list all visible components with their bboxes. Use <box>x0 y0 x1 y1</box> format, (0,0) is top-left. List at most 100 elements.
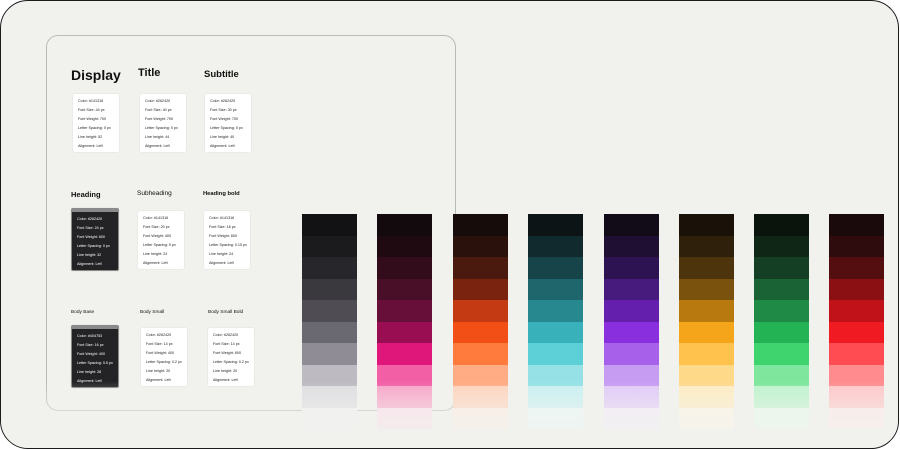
type-style-label: Display <box>71 67 121 83</box>
color-swatch <box>302 407 357 429</box>
type-spec-line: Line height: 40 <box>210 135 235 139</box>
color-swatch <box>679 321 734 343</box>
color-swatch <box>754 343 809 365</box>
type-spec-line: Font Weight: 400 <box>143 234 172 238</box>
type-spec-line: Font Weight: 600 <box>213 351 242 355</box>
color-swatch <box>302 343 357 365</box>
type-spec-line: Alignment: Left <box>77 379 102 383</box>
color-swatch <box>679 214 734 236</box>
color-swatch <box>528 235 583 257</box>
palette-column-berry <box>377 214 432 429</box>
color-swatch <box>754 321 809 343</box>
type-spec-line: Letter Spacing: 0 px <box>210 126 243 130</box>
type-spec-line: Font Size: 18 px <box>209 225 236 229</box>
type-spec-line: Letter Spacing: 0.2 px <box>146 360 182 364</box>
color-swatch <box>679 235 734 257</box>
color-swatch <box>604 407 659 429</box>
type-style-label: Body Base <box>71 310 95 315</box>
color-swatch <box>604 214 659 236</box>
color-swatch <box>302 386 357 408</box>
type-spec-line: Line height: 20 <box>146 369 171 373</box>
type-spec-line: Color: #141316 <box>143 216 169 220</box>
color-swatch <box>453 364 508 386</box>
type-spec-line: Font Size: 44 px <box>78 108 105 112</box>
color-swatch <box>604 278 659 300</box>
color-swatch <box>829 407 884 429</box>
type-spec-line: Font Size: 14 px <box>146 342 173 346</box>
color-swatch <box>302 364 357 386</box>
type-spec-line: Font Weight: 700 <box>210 117 239 121</box>
type-style-label: Body Small <box>140 310 165 315</box>
type-spec-line: Font Size: 30 px <box>210 108 237 112</box>
color-swatch <box>453 300 508 322</box>
type-spec-line: Font Weight: 700 <box>145 117 174 121</box>
type-spec-line: Color: #262420 <box>145 99 171 103</box>
color-swatch <box>377 214 432 236</box>
type-spec-line: Line height: 24 <box>209 252 234 256</box>
color-swatch <box>679 257 734 279</box>
type-spec-line: Font Weight: 600 <box>77 235 106 239</box>
type-spec-card: Color: #262420 Font Size: 14 px Font Weigh… <box>208 328 254 386</box>
color-swatch <box>754 214 809 236</box>
type-spec-line: Alignment: Left <box>209 261 234 265</box>
color-swatch <box>528 300 583 322</box>
color-swatch <box>302 235 357 257</box>
type-spec-line: Font Weight: 700 <box>78 117 107 121</box>
color-swatch <box>528 343 583 365</box>
type-spec-card: Color: #141316 Font Size: 44 px Font Weigh… <box>73 94 119 152</box>
type-spec-line: Letter Spacing: 0 px <box>77 244 110 248</box>
color-swatch <box>377 278 432 300</box>
type-spec-line: Letter Spacing: 0 px <box>145 126 178 130</box>
type-spec-line: Line height: 52 <box>78 135 103 139</box>
type-spec-line: Color: #262420 <box>77 217 103 221</box>
type-spec-line: Line height: 20 <box>213 369 238 373</box>
color-swatch <box>829 235 884 257</box>
type-spec-card: Color: #262420 Font Size: 30 px Font Weigh… <box>205 94 251 152</box>
palette-column-orange <box>453 214 508 429</box>
color-swatch <box>679 278 734 300</box>
color-swatch <box>528 407 583 429</box>
color-swatch <box>377 321 432 343</box>
type-spec-line: Color: #262420 <box>210 99 236 103</box>
color-swatch <box>679 407 734 429</box>
color-swatch <box>829 300 884 322</box>
type-style-label: Heading <box>71 190 101 199</box>
color-swatch <box>453 278 508 300</box>
color-swatch <box>377 257 432 279</box>
type-spec-line: Font Size: 20 px <box>143 225 170 229</box>
color-swatch <box>377 235 432 257</box>
color-swatch <box>829 214 884 236</box>
color-swatch <box>528 278 583 300</box>
color-swatch <box>528 257 583 279</box>
color-swatch <box>604 257 659 279</box>
type-spec-line: Font Weight: 400 <box>77 352 106 356</box>
color-swatch <box>829 364 884 386</box>
color-swatch <box>604 235 659 257</box>
color-swatch <box>679 300 734 322</box>
type-spec-line: Alignment: Left <box>210 144 235 148</box>
type-spec-line: Letter Spacing: 0.5 px <box>77 361 113 365</box>
color-swatch <box>679 364 734 386</box>
type-spec-card: Color: #262420 Font Size: 40 px Font Weigh… <box>140 94 186 152</box>
color-swatch <box>754 278 809 300</box>
color-swatch <box>604 343 659 365</box>
type-style-label: Subheading <box>137 190 172 197</box>
type-spec-line: Font Size: 14 px <box>213 342 240 346</box>
type-spec-card: Color: #141316 Font Size: 18 px Font Weigh… <box>204 211 250 269</box>
color-swatch <box>604 386 659 408</box>
color-swatch <box>604 364 659 386</box>
color-swatch <box>829 343 884 365</box>
type-spec-line: Letter Spacing: 0.15 px <box>209 243 247 247</box>
color-swatch <box>829 257 884 279</box>
color-swatch <box>829 321 884 343</box>
type-spec-line: Line height: 24 <box>143 252 168 256</box>
color-swatch <box>302 300 357 322</box>
color-swatch <box>754 235 809 257</box>
type-spec-line: Font Weight: 400 <box>146 351 175 355</box>
color-swatch <box>754 407 809 429</box>
type-spec-line: Color: #262420 <box>213 333 239 337</box>
color-swatch <box>604 321 659 343</box>
color-swatch <box>754 364 809 386</box>
type-spec-line: Line height: 44 <box>145 135 170 139</box>
type-spec-line: Color: #141316 <box>209 216 235 220</box>
